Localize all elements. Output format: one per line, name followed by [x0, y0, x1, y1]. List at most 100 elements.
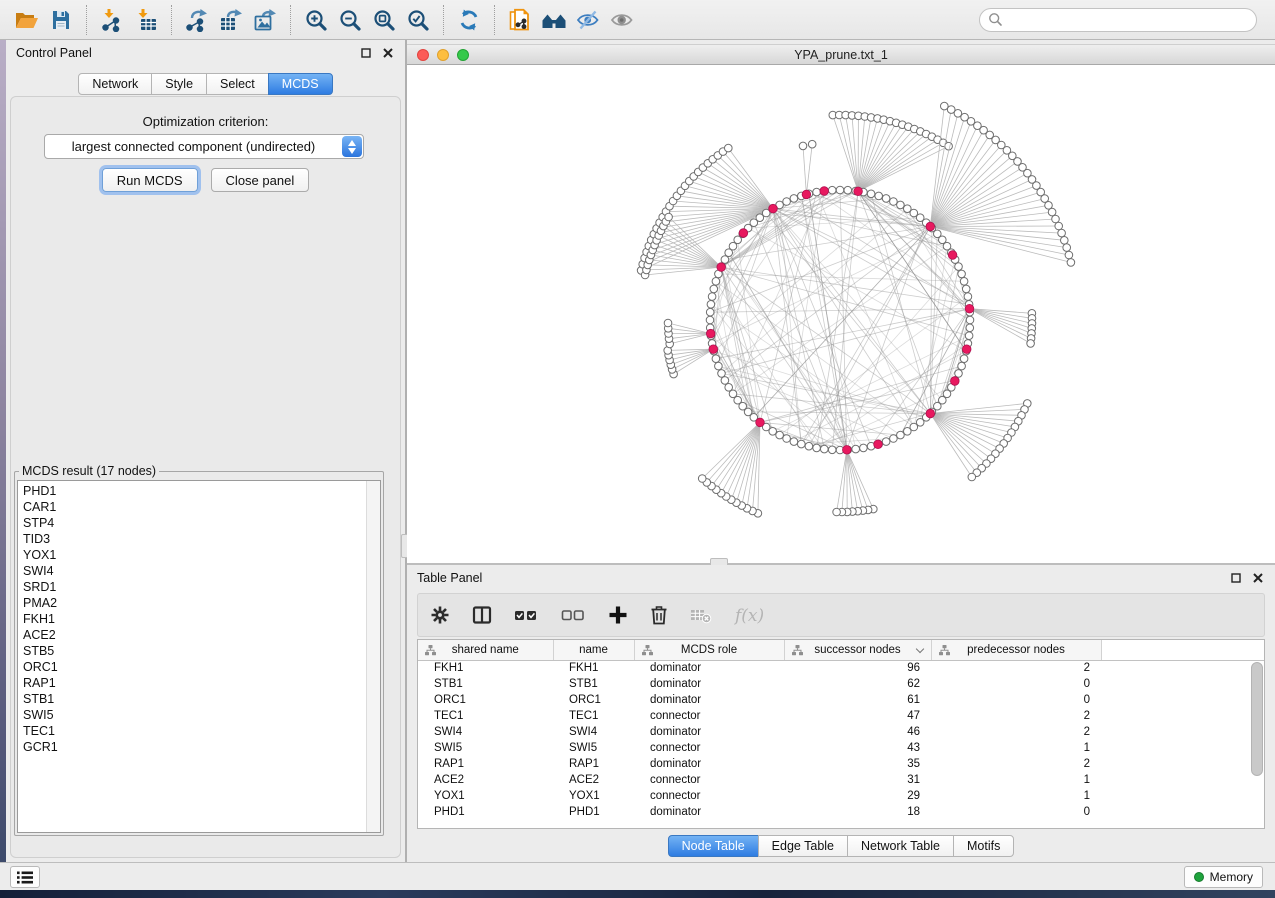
float-panel-icon[interactable]: [1229, 571, 1243, 585]
table-cell[interactable]: FKH1: [553, 660, 634, 676]
column-header-predecessor-nodes[interactable]: predecessor nodes: [931, 640, 1101, 660]
table-cell[interactable]: ORC1: [553, 692, 634, 708]
table-cell[interactable]: 0: [931, 676, 1101, 692]
zoom-out-button[interactable]: [333, 4, 367, 36]
column-header-name[interactable]: name: [553, 640, 634, 660]
table-cell[interactable]: STB1: [418, 676, 553, 692]
table-cell[interactable]: YOX1: [553, 788, 634, 804]
mcds-result-item[interactable]: ORC1: [18, 659, 380, 675]
table-cell[interactable]: PHD1: [418, 804, 553, 820]
table-cell[interactable]: SWI4: [553, 724, 634, 740]
network-file-button[interactable]: [503, 4, 537, 36]
mcds-result-list[interactable]: PHD1CAR1STP4TID3YOX1SWI4SRD1PMA2FKH1ACE2…: [17, 480, 381, 833]
mcds-result-item[interactable]: RAP1: [18, 675, 380, 691]
table-cell[interactable]: ACE2: [418, 772, 553, 788]
tab-network[interactable]: Network: [78, 73, 152, 95]
table-cell[interactable]: TEC1: [553, 708, 634, 724]
table-cell[interactable]: TEC1: [418, 708, 553, 724]
table-cell[interactable]: 29: [784, 788, 931, 804]
select-all-button[interactable]: [514, 605, 539, 625]
table-cell[interactable]: dominator: [634, 756, 784, 772]
float-panel-icon[interactable]: [359, 46, 373, 60]
table-row[interactable]: FKH1FKH1dominator962: [418, 660, 1264, 676]
table-cell[interactable]: dominator: [634, 804, 784, 820]
table-row[interactable]: ACE2ACE2connector311: [418, 772, 1264, 788]
table-cell[interactable]: connector: [634, 788, 784, 804]
mcds-result-item[interactable]: STB5: [18, 643, 380, 659]
save-session-button[interactable]: [44, 4, 78, 36]
column-header-successor-nodes[interactable]: successor nodes: [784, 640, 931, 660]
table-cell[interactable]: 96: [784, 660, 931, 676]
mcds-result-item[interactable]: ACE2: [18, 627, 380, 643]
mcds-result-item[interactable]: SWI4: [18, 563, 380, 579]
table-cell[interactable]: connector: [634, 708, 784, 724]
table-cell[interactable]: SWI5: [418, 740, 553, 756]
table-row[interactable]: SWI5SWI5connector431: [418, 740, 1264, 756]
mcds-result-item[interactable]: STB1: [18, 691, 380, 707]
table-row[interactable]: YOX1YOX1connector291: [418, 788, 1264, 804]
import-network-button[interactable]: [95, 4, 129, 36]
table-cell[interactable]: 2: [931, 660, 1101, 676]
table-row[interactable]: SWI4SWI4dominator462: [418, 724, 1264, 740]
table-cell[interactable]: 43: [784, 740, 931, 756]
table-row[interactable]: ORC1ORC1dominator610: [418, 692, 1264, 708]
table-cell[interactable]: 62: [784, 676, 931, 692]
table-row[interactable]: RAP1RAP1dominator352: [418, 756, 1264, 772]
mcds-result-item[interactable]: PMA2: [18, 595, 380, 611]
network-window-titlebar[interactable]: YPA_prune.txt_1: [407, 44, 1275, 65]
table-cell[interactable]: 31: [784, 772, 931, 788]
mcds-result-item[interactable]: PHD1: [18, 483, 380, 499]
table-cell[interactable]: SWI5: [553, 740, 634, 756]
mcds-result-item[interactable]: CAR1: [18, 499, 380, 515]
tab-motifs[interactable]: Motifs: [953, 835, 1014, 857]
zoom-selected-button[interactable]: [401, 4, 435, 36]
column-chooser-button[interactable]: [472, 605, 492, 625]
close-panel-button[interactable]: Close panel: [211, 168, 310, 192]
mcds-result-item[interactable]: FKH1: [18, 611, 380, 627]
tab-edge-table[interactable]: Edge Table: [758, 835, 848, 857]
table-cell[interactable]: 1: [931, 740, 1101, 756]
zoom-in-button[interactable]: [299, 4, 333, 36]
table-cell[interactable]: 2: [931, 724, 1101, 740]
table-cell[interactable]: 1: [931, 772, 1101, 788]
mcds-result-item[interactable]: TID3: [18, 531, 380, 547]
table-cell[interactable]: 0: [931, 692, 1101, 708]
mcds-result-item[interactable]: YOX1: [18, 547, 380, 563]
refresh-view-button[interactable]: [452, 4, 486, 36]
search-input[interactable]: [1003, 13, 1248, 27]
function-builder-button[interactable]: f(x): [734, 604, 768, 626]
memory-button[interactable]: Memory: [1184, 866, 1263, 888]
table-cell[interactable]: ORC1: [418, 692, 553, 708]
mcds-result-item[interactable]: STP4: [18, 515, 380, 531]
eye-button[interactable]: [605, 4, 639, 36]
table-cell[interactable]: RAP1: [418, 756, 553, 772]
table-cell[interactable]: dominator: [634, 692, 784, 708]
table-cell[interactable]: FKH1: [418, 660, 553, 676]
run-mcds-button[interactable]: Run MCDS: [102, 168, 198, 192]
table-cell[interactable]: STB1: [553, 676, 634, 692]
table-cell[interactable]: dominator: [634, 660, 784, 676]
delete-table-button[interactable]: [690, 606, 712, 624]
table-cell[interactable]: dominator: [634, 676, 784, 692]
tab-network-table[interactable]: Network Table: [847, 835, 954, 857]
search-field[interactable]: [979, 8, 1257, 32]
table-scrollbar-thumb[interactable]: [1251, 662, 1263, 776]
export-table-button[interactable]: [214, 4, 248, 36]
table-row[interactable]: TEC1TEC1connector472: [418, 708, 1264, 724]
export-image-button[interactable]: [248, 4, 282, 36]
table-cell[interactable]: 2: [931, 708, 1101, 724]
table-cell[interactable]: 61: [784, 692, 931, 708]
table-cell[interactable]: ACE2: [553, 772, 634, 788]
deselect-all-button[interactable]: [561, 605, 586, 625]
column-header-shared-name[interactable]: shared name: [418, 640, 553, 660]
tab-mcds[interactable]: MCDS: [268, 73, 333, 95]
mcds-result-item[interactable]: TEC1: [18, 723, 380, 739]
mcds-result-item[interactable]: SRD1: [18, 579, 380, 595]
zoom-fit-button[interactable]: [367, 4, 401, 36]
table-cell[interactable]: 35: [784, 756, 931, 772]
import-table-button[interactable]: [129, 4, 163, 36]
table-cell[interactable]: dominator: [634, 724, 784, 740]
column-header-MCDS-role[interactable]: MCDS role: [634, 640, 784, 660]
table-cell[interactable]: connector: [634, 740, 784, 756]
table-cell[interactable]: 47: [784, 708, 931, 724]
